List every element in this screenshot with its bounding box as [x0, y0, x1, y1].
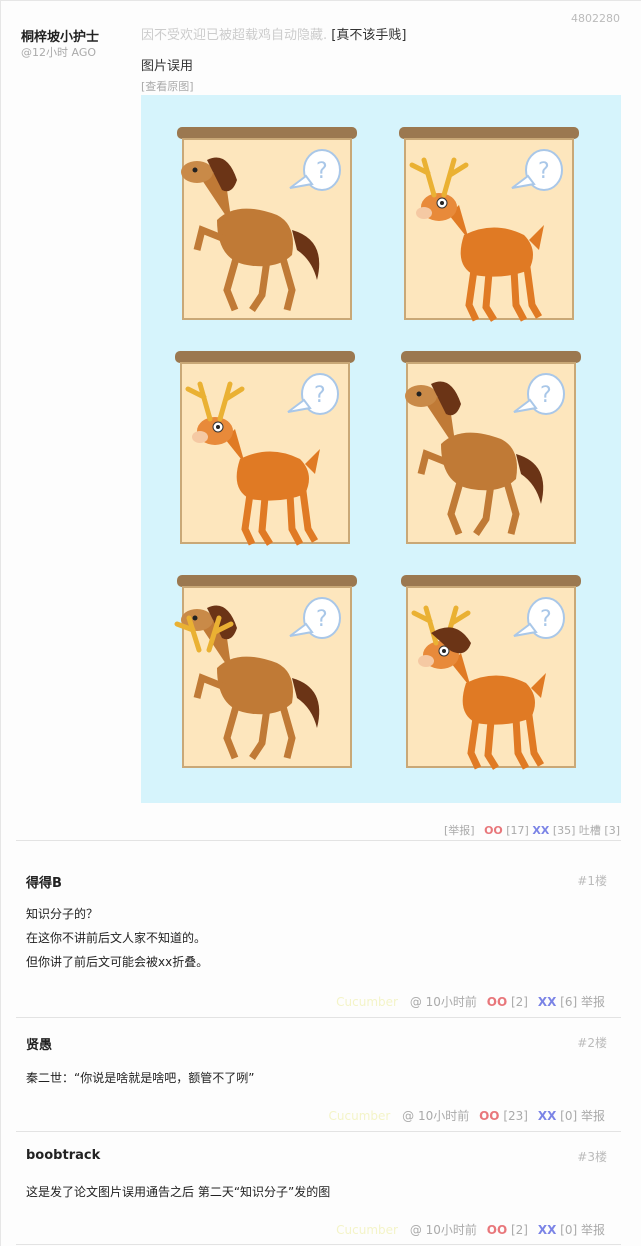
- oo-button[interactable]: OO: [487, 995, 507, 1009]
- comment-meta: Cucumber @ 10小时前 OO [2] XX [0] 举报: [336, 1221, 605, 1238]
- at-sign: @: [402, 1109, 415, 1123]
- comment-meta: Cucumber @ 10小时前 OO [2] XX [6] 举报: [336, 993, 605, 1010]
- hidden-notice: 因不受欢迎已被超载鸡自动隐藏. [真不该手贱]: [141, 24, 406, 43]
- hidden-username: Cucumber: [328, 1109, 391, 1123]
- comment-time: 10小时前: [425, 995, 477, 1009]
- xx-count: [0]: [560, 1109, 578, 1123]
- xx-count: [6]: [560, 995, 578, 1009]
- hidden-username: Cucumber: [336, 1223, 398, 1237]
- post: 桐梓坡小护士 @12小时 AGO 4802280 因不受欢迎已被超载鸡自动隐藏.…: [0, 0, 641, 840]
- post-title: 图片误用: [141, 59, 194, 74]
- comment-floor[interactable]: #2楼: [577, 1034, 607, 1051]
- frame-horse-1: [176, 126, 358, 320]
- divider: [16, 1244, 621, 1245]
- view-original-link[interactable]: [查看原图]: [141, 78, 194, 94]
- comment-author[interactable]: 贤愚: [26, 1034, 52, 1053]
- horse-deer-illustration: ?: [174, 126, 582, 803]
- xx-button[interactable]: XX: [538, 1223, 557, 1237]
- comment-time: 10小时前: [418, 1109, 470, 1123]
- frame-deer-2: [174, 350, 356, 544]
- oo-count: [2]: [510, 995, 528, 1009]
- oo-button[interactable]: OO: [479, 1109, 499, 1123]
- post-actions: [举报] OO [17] XX [35] 吐槽 [3]: [444, 822, 620, 838]
- comment-body: 知识分子的？ 在这你不讲前后文人家不知道的。 但你讲了前后文可能会被xx折叠。: [26, 902, 208, 974]
- report-link[interactable]: 举报: [581, 1223, 605, 1237]
- comment-author[interactable]: 得得B: [26, 872, 62, 891]
- comment-line: 但你讲了前后文可能会被xx折叠。: [26, 955, 209, 969]
- xx-count: [35]: [552, 824, 576, 837]
- comment-floor[interactable]: #1楼: [577, 872, 607, 889]
- oo-count: [2]: [510, 1223, 528, 1237]
- oo-count: [23]: [503, 1109, 528, 1123]
- comment-line: 知识分子的？: [26, 907, 99, 921]
- hidden-tag[interactable]: [真不该手贱]: [331, 28, 406, 43]
- comment-line: 这是发了论文图片误用通告之后 第二天“知识分子”发的图: [26, 1185, 331, 1199]
- comment-floor[interactable]: #3楼: [577, 1148, 607, 1165]
- oo-button[interactable]: OO: [484, 824, 503, 837]
- comment-2: 贤愚 #2楼 秦二世：“你说是啥就是啥吧，额管不了咧” Cucumber @ 1…: [0, 1034, 641, 1129]
- hidden-note-text: 因不受欢迎已被超载鸡自动隐藏.: [141, 28, 328, 43]
- post-time: @12小时 AGO: [21, 46, 97, 59]
- comment-line: 秦二世：“你说是啥就是啥吧，额管不了咧”: [26, 1071, 255, 1085]
- comment-body: 这是发了论文图片误用通告之后 第二天“知识分子”发的图: [26, 1180, 330, 1204]
- hidden-username: Cucumber: [336, 995, 398, 1009]
- oo-button[interactable]: OO: [487, 1223, 507, 1237]
- frame-horse-deer: [400, 574, 582, 768]
- comment-author[interactable]: boobtrack: [26, 1148, 100, 1163]
- report-link[interactable]: 举报: [581, 1109, 605, 1123]
- report-link[interactable]: [举报]: [444, 824, 475, 837]
- tucao-link[interactable]: 吐槽 [3]: [579, 824, 620, 837]
- comment-1: 得得B #1楼 知识分子的？ 在这你不讲前后文人家不知道的。 但你讲了前后文可能…: [0, 872, 641, 1012]
- post-image[interactable]: ?: [141, 95, 621, 803]
- post-author[interactable]: 桐梓坡小护士: [21, 26, 99, 45]
- frame-deer-1: [398, 126, 580, 320]
- xx-count: [0]: [560, 1223, 578, 1237]
- at-sign: @: [409, 995, 422, 1009]
- frame-deer-horse: [174, 574, 358, 768]
- xx-button[interactable]: XX: [532, 824, 549, 837]
- report-link[interactable]: 举报: [581, 995, 605, 1009]
- xx-button[interactable]: XX: [538, 1109, 557, 1123]
- comment-time: 10小时前: [425, 1223, 477, 1237]
- at-sign: @: [409, 1223, 422, 1237]
- divider: [16, 1017, 621, 1018]
- post-id[interactable]: 4802280: [571, 12, 620, 25]
- xx-button[interactable]: XX: [538, 995, 557, 1009]
- comment-line: 在这你不讲前后文人家不知道的。: [26, 931, 207, 945]
- frame-horse-2: [400, 350, 582, 544]
- comment-body: 秦二世：“你说是啥就是啥吧，额管不了咧”: [26, 1066, 254, 1090]
- comment-meta: Cucumber @ 10小时前 OO [23] XX [0] 举报: [329, 1107, 605, 1124]
- comment-3: boobtrack #3楼 这是发了论文图片误用通告之后 第二天“知识分子”发的…: [0, 1148, 641, 1243]
- oo-count: [17]: [506, 824, 529, 837]
- divider: [16, 1131, 621, 1132]
- divider: [16, 840, 621, 841]
